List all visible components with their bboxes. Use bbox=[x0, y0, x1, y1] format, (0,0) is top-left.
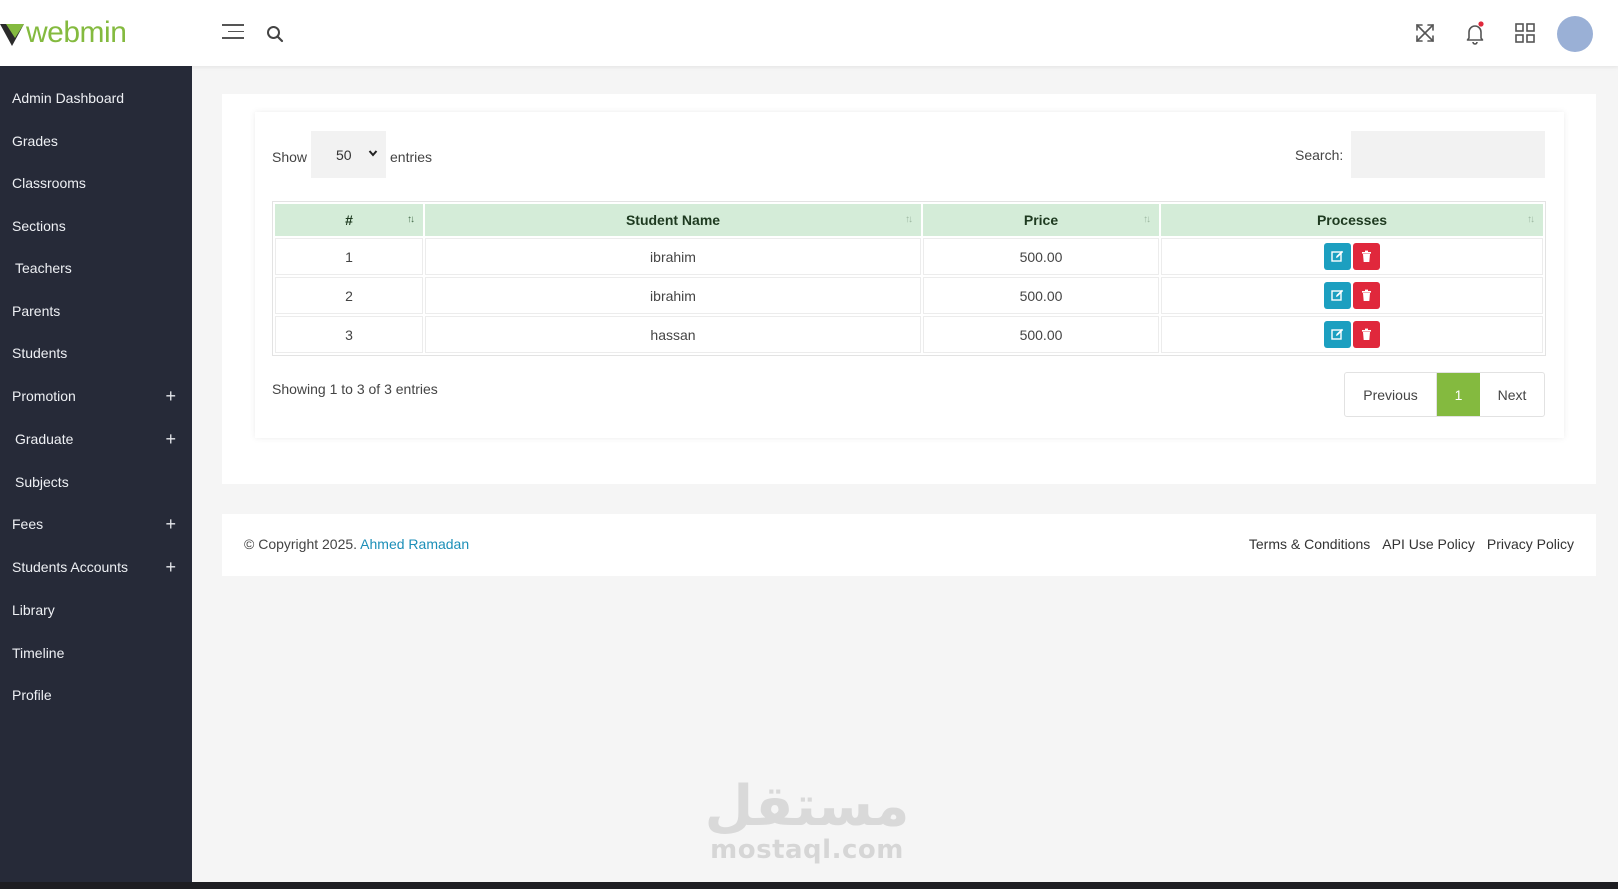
sidebar-item-label: Profile bbox=[12, 687, 52, 703]
sidebar-item-label: Students Accounts bbox=[12, 559, 128, 575]
table-info: Showing 1 to 3 of 3 entries bbox=[272, 381, 438, 397]
copyright: © Copyright 2025. Ahmed Ramadan bbox=[244, 536, 470, 552]
bell-icon[interactable] bbox=[1462, 20, 1488, 46]
top-header: webmin bbox=[0, 0, 1618, 66]
privacy-policy-link[interactable]: Privacy Policy bbox=[1487, 536, 1574, 552]
sidebar-item-fees[interactable]: Fees + bbox=[0, 504, 192, 544]
cell-student-name: ibrahim bbox=[425, 277, 921, 314]
sidebar-item-admin-dashboard[interactable]: Admin Dashboard bbox=[0, 78, 192, 118]
sort-icon: ↑↓ bbox=[407, 214, 415, 225]
cell-price: 500.00 bbox=[923, 277, 1159, 314]
edit-button[interactable] bbox=[1324, 321, 1351, 348]
sidebar-item-label: Admin Dashboard bbox=[12, 90, 125, 106]
sidebar-item-label: Teachers bbox=[15, 260, 72, 276]
user-avatar[interactable] bbox=[1557, 16, 1593, 52]
footer-links: Terms & Conditions API Use Policy Privac… bbox=[1249, 536, 1574, 552]
api-policy-link[interactable]: API Use Policy bbox=[1382, 536, 1475, 552]
entries-label: entries bbox=[390, 149, 433, 165]
sort-icon: ↑↓ bbox=[1527, 214, 1535, 225]
logo-mark-icon bbox=[0, 24, 24, 46]
cell-processes bbox=[1161, 277, 1543, 314]
expand-plus-icon: + bbox=[165, 557, 176, 577]
table-search-input[interactable] bbox=[1351, 131, 1545, 178]
sort-icon: ↑↓ bbox=[905, 214, 913, 225]
cell-student-name: hassan bbox=[425, 316, 921, 353]
pagination: Previous 1 Next bbox=[1344, 372, 1545, 417]
sidebar-item-label: Subjects bbox=[15, 474, 69, 490]
expand-plus-icon: + bbox=[165, 386, 176, 406]
sidebar-item-label: Sections bbox=[12, 218, 66, 234]
sidebar-item-graduate[interactable]: Graduate + bbox=[0, 419, 192, 459]
fees-table: # ↑↓ Student Name ↑↓ Price ↑↓ Processes ↑↓ 1… bbox=[272, 201, 1546, 356]
sidebar-item-students[interactable]: Students bbox=[0, 333, 192, 373]
sidebar-item-label: Library bbox=[12, 602, 55, 618]
entries-select[interactable]: 50 bbox=[311, 131, 386, 178]
cell-number: 3 bbox=[275, 316, 423, 353]
sidebar-item-profile[interactable]: Profile bbox=[0, 675, 192, 715]
sidebar-item-sections[interactable]: Sections bbox=[0, 206, 192, 246]
cell-processes bbox=[1161, 238, 1543, 275]
table-row: 1 ibrahim 500.00 bbox=[275, 238, 1543, 275]
next-page-button[interactable]: Next bbox=[1480, 373, 1544, 416]
terms-link[interactable]: Terms & Conditions bbox=[1249, 536, 1370, 552]
cell-student-name: ibrahim bbox=[425, 238, 921, 275]
sidebar: Admin Dashboard Grades Classrooms Sections T… bbox=[0, 66, 192, 889]
delete-button[interactable] bbox=[1353, 321, 1380, 348]
edit-button[interactable] bbox=[1324, 282, 1351, 309]
cell-number: 1 bbox=[275, 238, 423, 275]
entries-select-value: 50 bbox=[336, 146, 352, 163]
delete-button[interactable] bbox=[1353, 282, 1380, 309]
delete-button[interactable] bbox=[1353, 243, 1380, 270]
cell-processes bbox=[1161, 316, 1543, 353]
footer: © Copyright 2025. Ahmed Ramadan Terms & … bbox=[222, 514, 1596, 576]
sidebar-item-label: Fees bbox=[12, 516, 44, 532]
logo-text: webmin bbox=[26, 16, 127, 49]
apps-grid-icon[interactable] bbox=[1512, 20, 1538, 46]
cell-price: 500.00 bbox=[923, 238, 1159, 275]
column-header-student-name[interactable]: Student Name ↑↓ bbox=[425, 204, 921, 236]
chevron-down-icon bbox=[368, 150, 378, 157]
sidebar-item-label: Students bbox=[12, 345, 68, 361]
sidebar-item-promotion[interactable]: Promotion + bbox=[0, 376, 192, 416]
logo[interactable]: webmin bbox=[0, 16, 127, 50]
page-1-button[interactable]: 1 bbox=[1437, 373, 1480, 416]
sidebar-item-label: Timeline bbox=[12, 645, 65, 661]
sidebar-item-grades[interactable]: Grades bbox=[0, 121, 192, 161]
sidebar-item-label: Parents bbox=[12, 303, 61, 319]
table-row: 3 hassan 500.00 bbox=[275, 316, 1543, 353]
menu-icon[interactable] bbox=[222, 24, 244, 44]
expand-plus-icon: + bbox=[165, 429, 176, 449]
sidebar-item-label: Classrooms bbox=[12, 175, 86, 191]
author-link[interactable]: Ahmed Ramadan bbox=[360, 536, 469, 552]
sort-icon: ↑↓ bbox=[1143, 214, 1151, 225]
fullscreen-icon[interactable] bbox=[1412, 20, 1438, 46]
sidebar-item-timeline[interactable]: Timeline bbox=[0, 633, 192, 673]
show-label: Show bbox=[272, 149, 308, 165]
sidebar-item-label: Grades bbox=[12, 133, 58, 149]
sidebar-item-teachers[interactable]: Teachers bbox=[0, 248, 192, 288]
sidebar-item-label: Promotion bbox=[12, 388, 76, 404]
column-header-price[interactable]: Price ↑↓ bbox=[923, 204, 1159, 236]
column-header-number[interactable]: # ↑↓ bbox=[275, 204, 423, 236]
sidebar-item-parents[interactable]: Parents bbox=[0, 291, 192, 331]
sidebar-item-library[interactable]: Library bbox=[0, 590, 192, 630]
table-row: 2 ibrahim 500.00 bbox=[275, 277, 1543, 314]
search-icon[interactable] bbox=[266, 25, 284, 43]
previous-page-button[interactable]: Previous bbox=[1345, 373, 1437, 416]
table-header-row: # ↑↓ Student Name ↑↓ Price ↑↓ Processes ↑↓ bbox=[275, 204, 1543, 236]
cell-price: 500.00 bbox=[923, 316, 1159, 353]
taskbar-strip bbox=[0, 882, 1618, 889]
edit-button[interactable] bbox=[1324, 243, 1351, 270]
column-header-processes[interactable]: Processes ↑↓ bbox=[1161, 204, 1543, 236]
search-label: Search: bbox=[1295, 147, 1344, 163]
sidebar-item-classrooms[interactable]: Classrooms bbox=[0, 163, 192, 203]
sidebar-item-students-accounts[interactable]: Students Accounts + bbox=[0, 547, 192, 587]
sidebar-item-subjects[interactable]: Subjects bbox=[0, 462, 192, 502]
watermark: مستقل mostaql.com bbox=[692, 778, 922, 870]
expand-plus-icon: + bbox=[165, 514, 176, 534]
sidebar-item-label: Graduate bbox=[15, 431, 74, 447]
watermark-arabic: مستقل bbox=[704, 774, 910, 839]
cell-number: 2 bbox=[275, 277, 423, 314]
watermark-latin: mostaql.com bbox=[710, 835, 904, 865]
